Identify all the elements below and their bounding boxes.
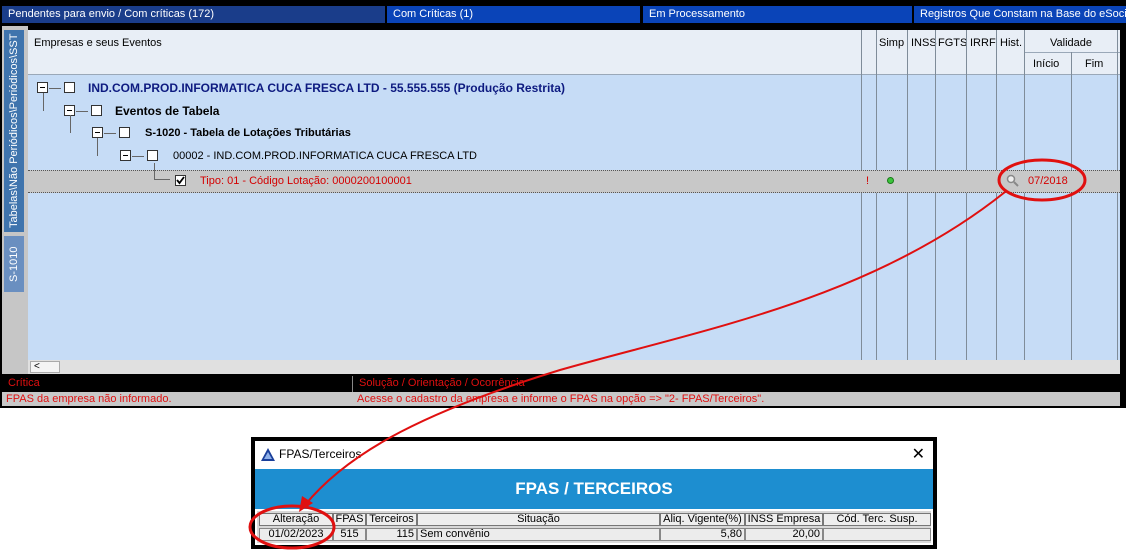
cell-fpas[interactable]: 515: [333, 528, 366, 541]
tree-connector: [76, 111, 88, 112]
tree-connector: [43, 93, 44, 111]
header-fgts[interactable]: FGTS: [938, 37, 967, 49]
header-inss[interactable]: INSS: [911, 37, 937, 49]
header-inicio[interactable]: Início: [1033, 58, 1059, 70]
eventos-label: Eventos de Tabela: [115, 104, 220, 118]
cell-situacao[interactable]: Sem convênio: [417, 528, 660, 541]
row-checkbox[interactable]: [147, 150, 158, 161]
header-hist[interactable]: Hist.: [1000, 37, 1022, 49]
collapse-icon[interactable]: [37, 82, 48, 93]
dialog-banner: FPAS / TERCEIROS: [255, 469, 933, 509]
column-divider: [876, 30, 877, 360]
main-window: Pendentes para envio / Com críticas (172…: [0, 0, 1126, 408]
horizontal-scrollbar[interactable]: <: [28, 360, 1120, 374]
header-simp[interactable]: Simp: [879, 37, 904, 49]
green-dot-icon: [887, 177, 894, 184]
tree-row-company[interactable]: IND.COM.PROD.INFORMATICA CUCA FRESCA LTD…: [28, 77, 858, 99]
check-icon: [176, 176, 185, 185]
chevron-left-icon: <: [34, 361, 40, 372]
row-checkbox[interactable]: [119, 127, 130, 138]
column-aliq[interactable]: Aliq. Vigente(%): [660, 513, 745, 526]
events-grid: Empresas e seus Eventos Simp INSS FGTS I…: [28, 30, 1120, 360]
side-tab-strip: Tabelas\Não Periódicos\Periódicos\SST S-…: [2, 26, 28, 376]
tree-connector: [49, 88, 61, 89]
header-validade: Validade: [1050, 37, 1092, 49]
critica-header: Crítica: [8, 377, 40, 389]
column-divider: [1024, 30, 1025, 360]
close-icon[interactable]: ✕: [912, 444, 925, 464]
header-fim[interactable]: Fim: [1085, 58, 1103, 70]
dialog-body: FPAS/Terceiros ✕ FPAS / TERCEIROS Altera…: [255, 441, 933, 545]
row-checkbox[interactable]: [64, 82, 75, 93]
cell-terceiros[interactable]: 115: [366, 528, 417, 541]
tree-connector: [97, 138, 98, 156]
cell-aliq[interactable]: 5,80: [660, 528, 745, 541]
company-label: IND.COM.PROD.INFORMATICA CUCA FRESCA LTD…: [88, 81, 565, 95]
tab-em-processamento[interactable]: Em Processamento: [643, 6, 912, 23]
solucao-header: Solução / Orientação / Ocorrência: [359, 377, 525, 389]
column-situacao[interactable]: Situação: [417, 513, 660, 526]
tree-connector: [70, 115, 71, 133]
header-divider: [1025, 52, 1120, 53]
column-divider: [1117, 30, 1118, 360]
triangle-logo-icon: [261, 448, 275, 461]
magnifier-icon[interactable]: [1006, 174, 1020, 188]
grid-header: Empresas e seus Eventos Simp INSS FGTS I…: [28, 30, 1120, 75]
column-terceiros[interactable]: Terceiros: [366, 513, 417, 526]
message-row[interactable]: FPAS da empresa não informado. Acesse o …: [2, 392, 1120, 406]
tree-connector: [104, 133, 116, 134]
inicio-value: 07/2018: [1028, 175, 1068, 187]
collapse-icon[interactable]: [92, 127, 103, 138]
tab-com-criticas[interactable]: Com Críticas (1): [387, 6, 640, 23]
cell-inss-empresa[interactable]: 20,00: [745, 528, 823, 541]
collapse-icon[interactable]: [120, 150, 131, 161]
panel-divider: [352, 376, 353, 392]
tree-connector: [132, 156, 144, 157]
lotacao-label: Tipo: 01 - Código Lotação: 0000200100001: [200, 175, 412, 187]
row-checkbox[interactable]: [91, 105, 102, 116]
dialog-title: FPAS/Terceiros: [279, 447, 362, 461]
tab-pendentes[interactable]: Pendentes para envio / Com críticas (172…: [2, 6, 385, 23]
side-tab-tabelas[interactable]: Tabelas\Não Periódicos\Periódicos\SST: [4, 30, 24, 232]
column-divider: [935, 30, 936, 360]
column-cod-terc[interactable]: Cód. Terc. Susp.: [823, 513, 931, 526]
row-checkbox-checked[interactable]: [175, 175, 186, 186]
messages-panel: Crítica Solução / Orientação / Ocorrênci…: [0, 374, 1126, 408]
s1020-label: S-1020 - Tabela de Lotações Tributárias: [145, 127, 351, 139]
tree-row-eventos[interactable]: Eventos de Tabela: [28, 93, 858, 122]
lotacao-group-label: 00002 - IND.COM.PROD.INFORMATICA CUCA FR…: [173, 150, 477, 162]
tree-connector: [154, 163, 155, 179]
side-tab-s1010[interactable]: S-1010: [4, 236, 24, 292]
dialog-titlebar[interactable]: FPAS/Terceiros ✕: [255, 441, 933, 467]
column-divider: [1071, 52, 1072, 360]
header-irrf[interactable]: IRRF: [970, 37, 996, 49]
critica-text: FPAS da empresa não informado.: [6, 393, 172, 405]
column-inss-empresa[interactable]: INSS Empresa: [745, 513, 823, 526]
header-events[interactable]: Empresas e seus Eventos: [34, 37, 162, 49]
column-alteracao[interactable]: Alteração: [259, 513, 333, 526]
scroll-left-button[interactable]: <: [30, 361, 60, 373]
cell-alteracao[interactable]: 01/02/2023: [259, 528, 333, 541]
critical-flag: !: [866, 175, 870, 187]
column-divider: [966, 30, 967, 360]
column-divider: [907, 30, 908, 360]
tree-connector: [154, 179, 170, 180]
column-fpas[interactable]: FPAS: [333, 513, 366, 526]
column-divider: [996, 30, 997, 360]
tab-registros-base[interactable]: Registros Que Constam na Base do eSocial: [914, 6, 1126, 23]
fpas-dialog: FPAS/Terceiros ✕ FPAS / TERCEIROS Altera…: [251, 437, 937, 549]
column-divider: [861, 30, 862, 360]
tree-row-lotacao-group[interactable]: 00002 - IND.COM.PROD.INFORMATICA CUCA FR…: [28, 138, 858, 167]
fpas-table: Alteração FPAS Terceiros Situação Aliq. …: [257, 511, 931, 543]
tree-row-s1020[interactable]: S-1020 - Tabela de Lotações Tributárias: [28, 115, 858, 144]
cell-cod-terc[interactable]: [823, 528, 931, 541]
solucao-text: Acesse o cadastro da empresa e informe o…: [357, 393, 765, 405]
selected-row-lotacao[interactable]: Tipo: 01 - Código Lotação: 0000200100001…: [28, 163, 1120, 193]
